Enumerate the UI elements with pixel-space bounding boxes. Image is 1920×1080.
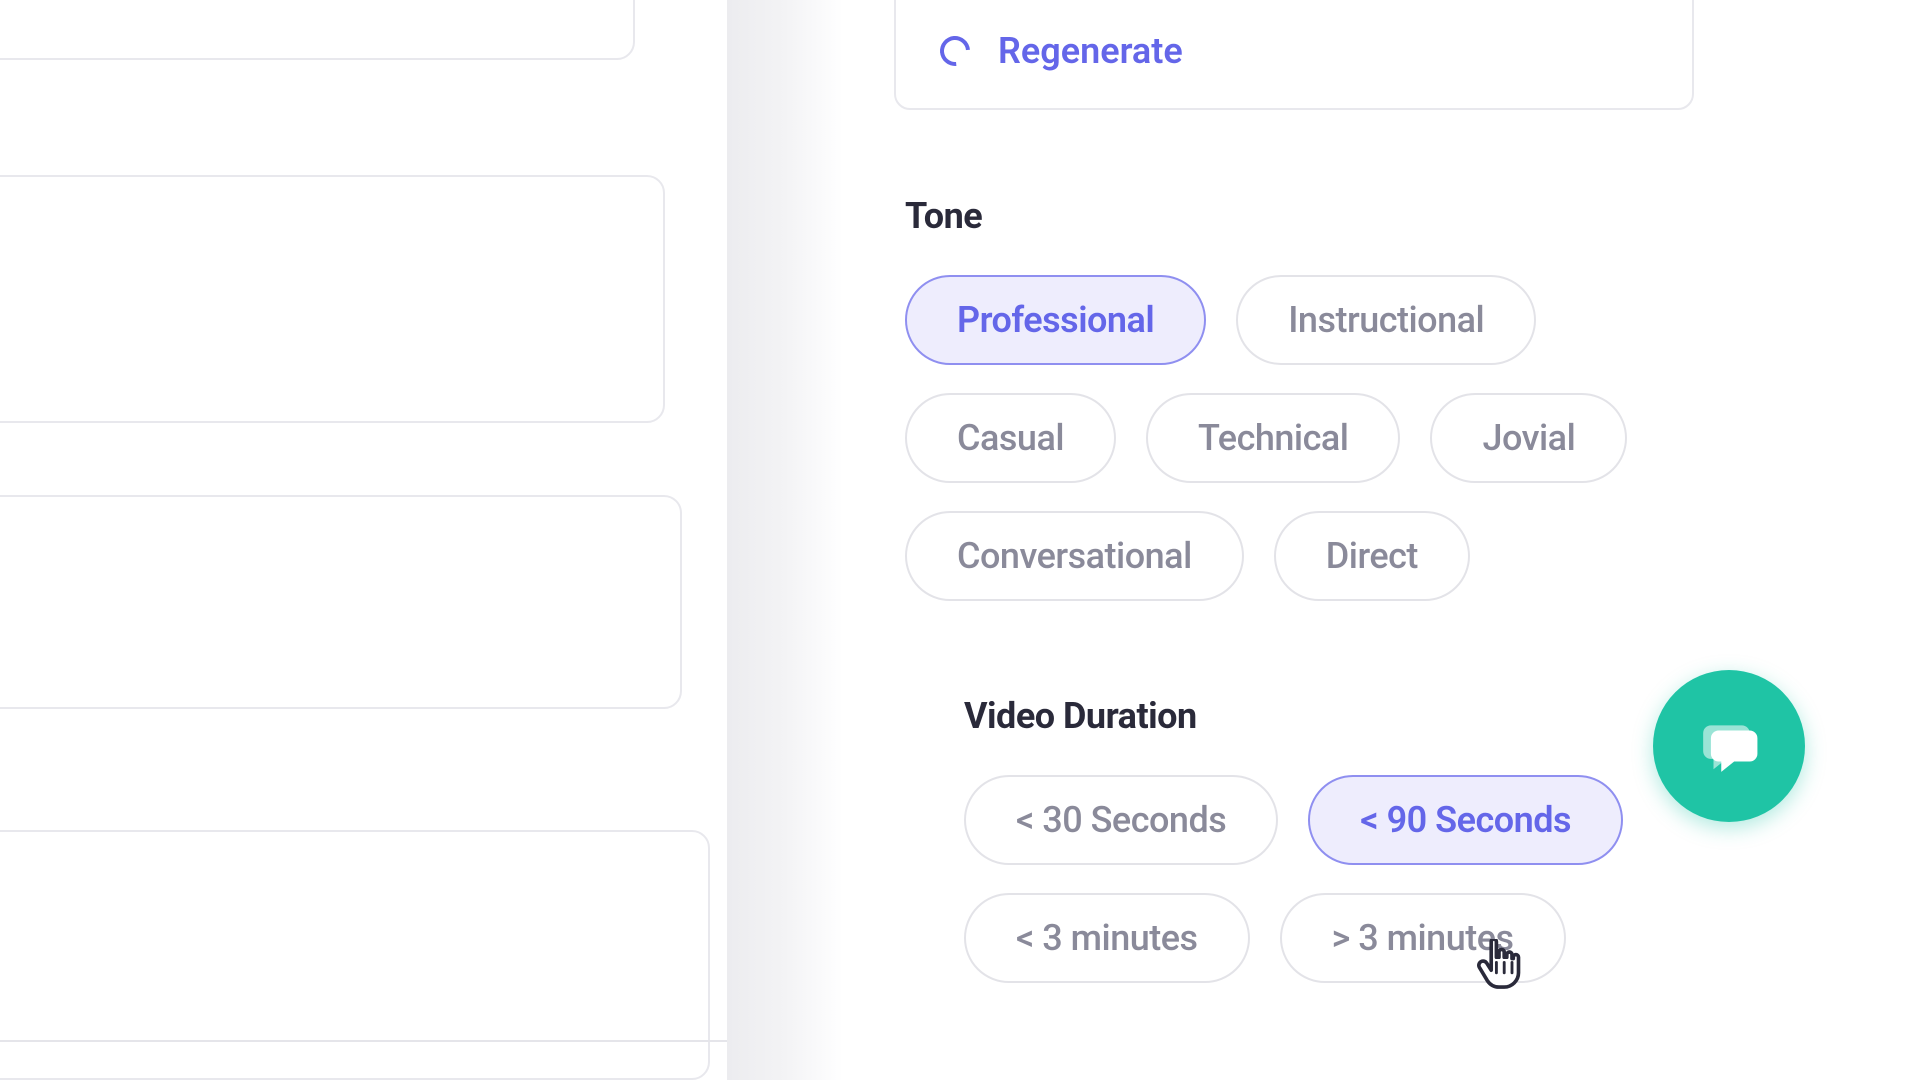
refresh-icon — [934, 30, 976, 72]
tone-option-instructional[interactable]: Instructional — [1236, 275, 1536, 365]
divider-line — [0, 1040, 820, 1042]
chat-button[interactable] — [1653, 670, 1805, 822]
duration-option-30s[interactable]: < 30 Seconds — [964, 775, 1278, 865]
chat-icon — [1698, 715, 1760, 777]
panel-shadow — [727, 0, 843, 1080]
regenerate-label: Regenerate — [998, 30, 1183, 72]
left-panel — [0, 0, 740, 1080]
tone-options: Professional Instructional Casual Techni… — [905, 275, 1665, 601]
tone-option-conversational[interactable]: Conversational — [905, 511, 1244, 601]
tone-section: Tone Professional Instructional Casual T… — [905, 195, 1665, 629]
left-card-3 — [0, 495, 682, 709]
tone-option-casual[interactable]: Casual — [905, 393, 1116, 483]
regenerate-card[interactable]: Regenerate — [894, 0, 1694, 110]
tone-option-professional[interactable]: Professional — [905, 275, 1206, 365]
tone-option-jovial[interactable]: Jovial — [1430, 393, 1627, 483]
tone-option-technical[interactable]: Technical — [1146, 393, 1400, 483]
duration-section: Video Duration < 30 Seconds < 90 Seconds… — [964, 695, 1623, 1011]
duration-option-under-3m[interactable]: < 3 minutes — [964, 893, 1250, 983]
tone-section-label: Tone — [905, 195, 1665, 237]
duration-option-over-3m[interactable]: > 3 minutes — [1280, 893, 1566, 983]
left-card-1 — [0, 0, 635, 60]
left-card-2 — [0, 175, 665, 423]
tone-option-direct[interactable]: Direct — [1274, 511, 1470, 601]
duration-options: < 30 Seconds < 90 Seconds < 3 minutes > … — [964, 775, 1623, 983]
duration-option-90s[interactable]: < 90 Seconds — [1308, 775, 1623, 865]
regenerate-content: Regenerate — [940, 30, 1183, 72]
left-card-4 — [0, 830, 710, 1080]
duration-section-label: Video Duration — [964, 695, 1623, 737]
